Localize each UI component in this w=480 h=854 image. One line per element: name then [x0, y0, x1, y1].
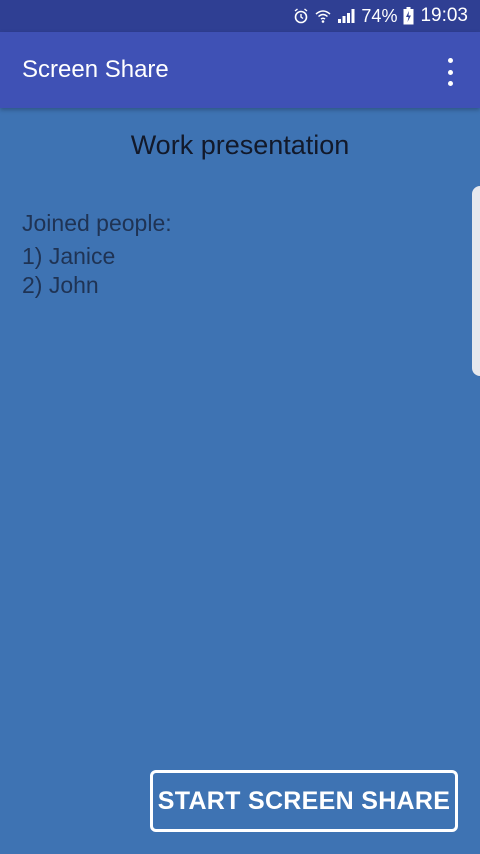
menu-dot [447, 69, 453, 75]
status-bar: 74% 19:03 [0, 0, 480, 32]
app-bar: Screen Share [0, 32, 480, 108]
joined-people-list: 1) Janice 2) John [22, 242, 115, 300]
battery-charging-icon [403, 7, 414, 25]
edge-panel-handle[interactable] [472, 186, 480, 376]
app-screen: 74% 19:03 Screen Share Work presentation… [0, 0, 480, 854]
alarm-icon [293, 8, 309, 24]
list-item: 2) John [22, 272, 99, 298]
list-item: 1) Janice [22, 243, 116, 269]
status-time: 19:03 [420, 5, 468, 26]
battery-percent: 74% [361, 5, 398, 26]
menu-dot [447, 81, 453, 86]
app-title: Screen Share [22, 56, 169, 83]
signal-icon [337, 8, 355, 24]
menu-dot [447, 58, 453, 63]
wifi-icon [315, 8, 331, 24]
more-vert-icon[interactable] [438, 58, 462, 86]
session-title: Work presentation [130, 130, 350, 160]
joined-people-label: Joined people: [22, 210, 172, 236]
start-screen-share-button[interactable]: START SCREEN SHARE [150, 770, 458, 832]
